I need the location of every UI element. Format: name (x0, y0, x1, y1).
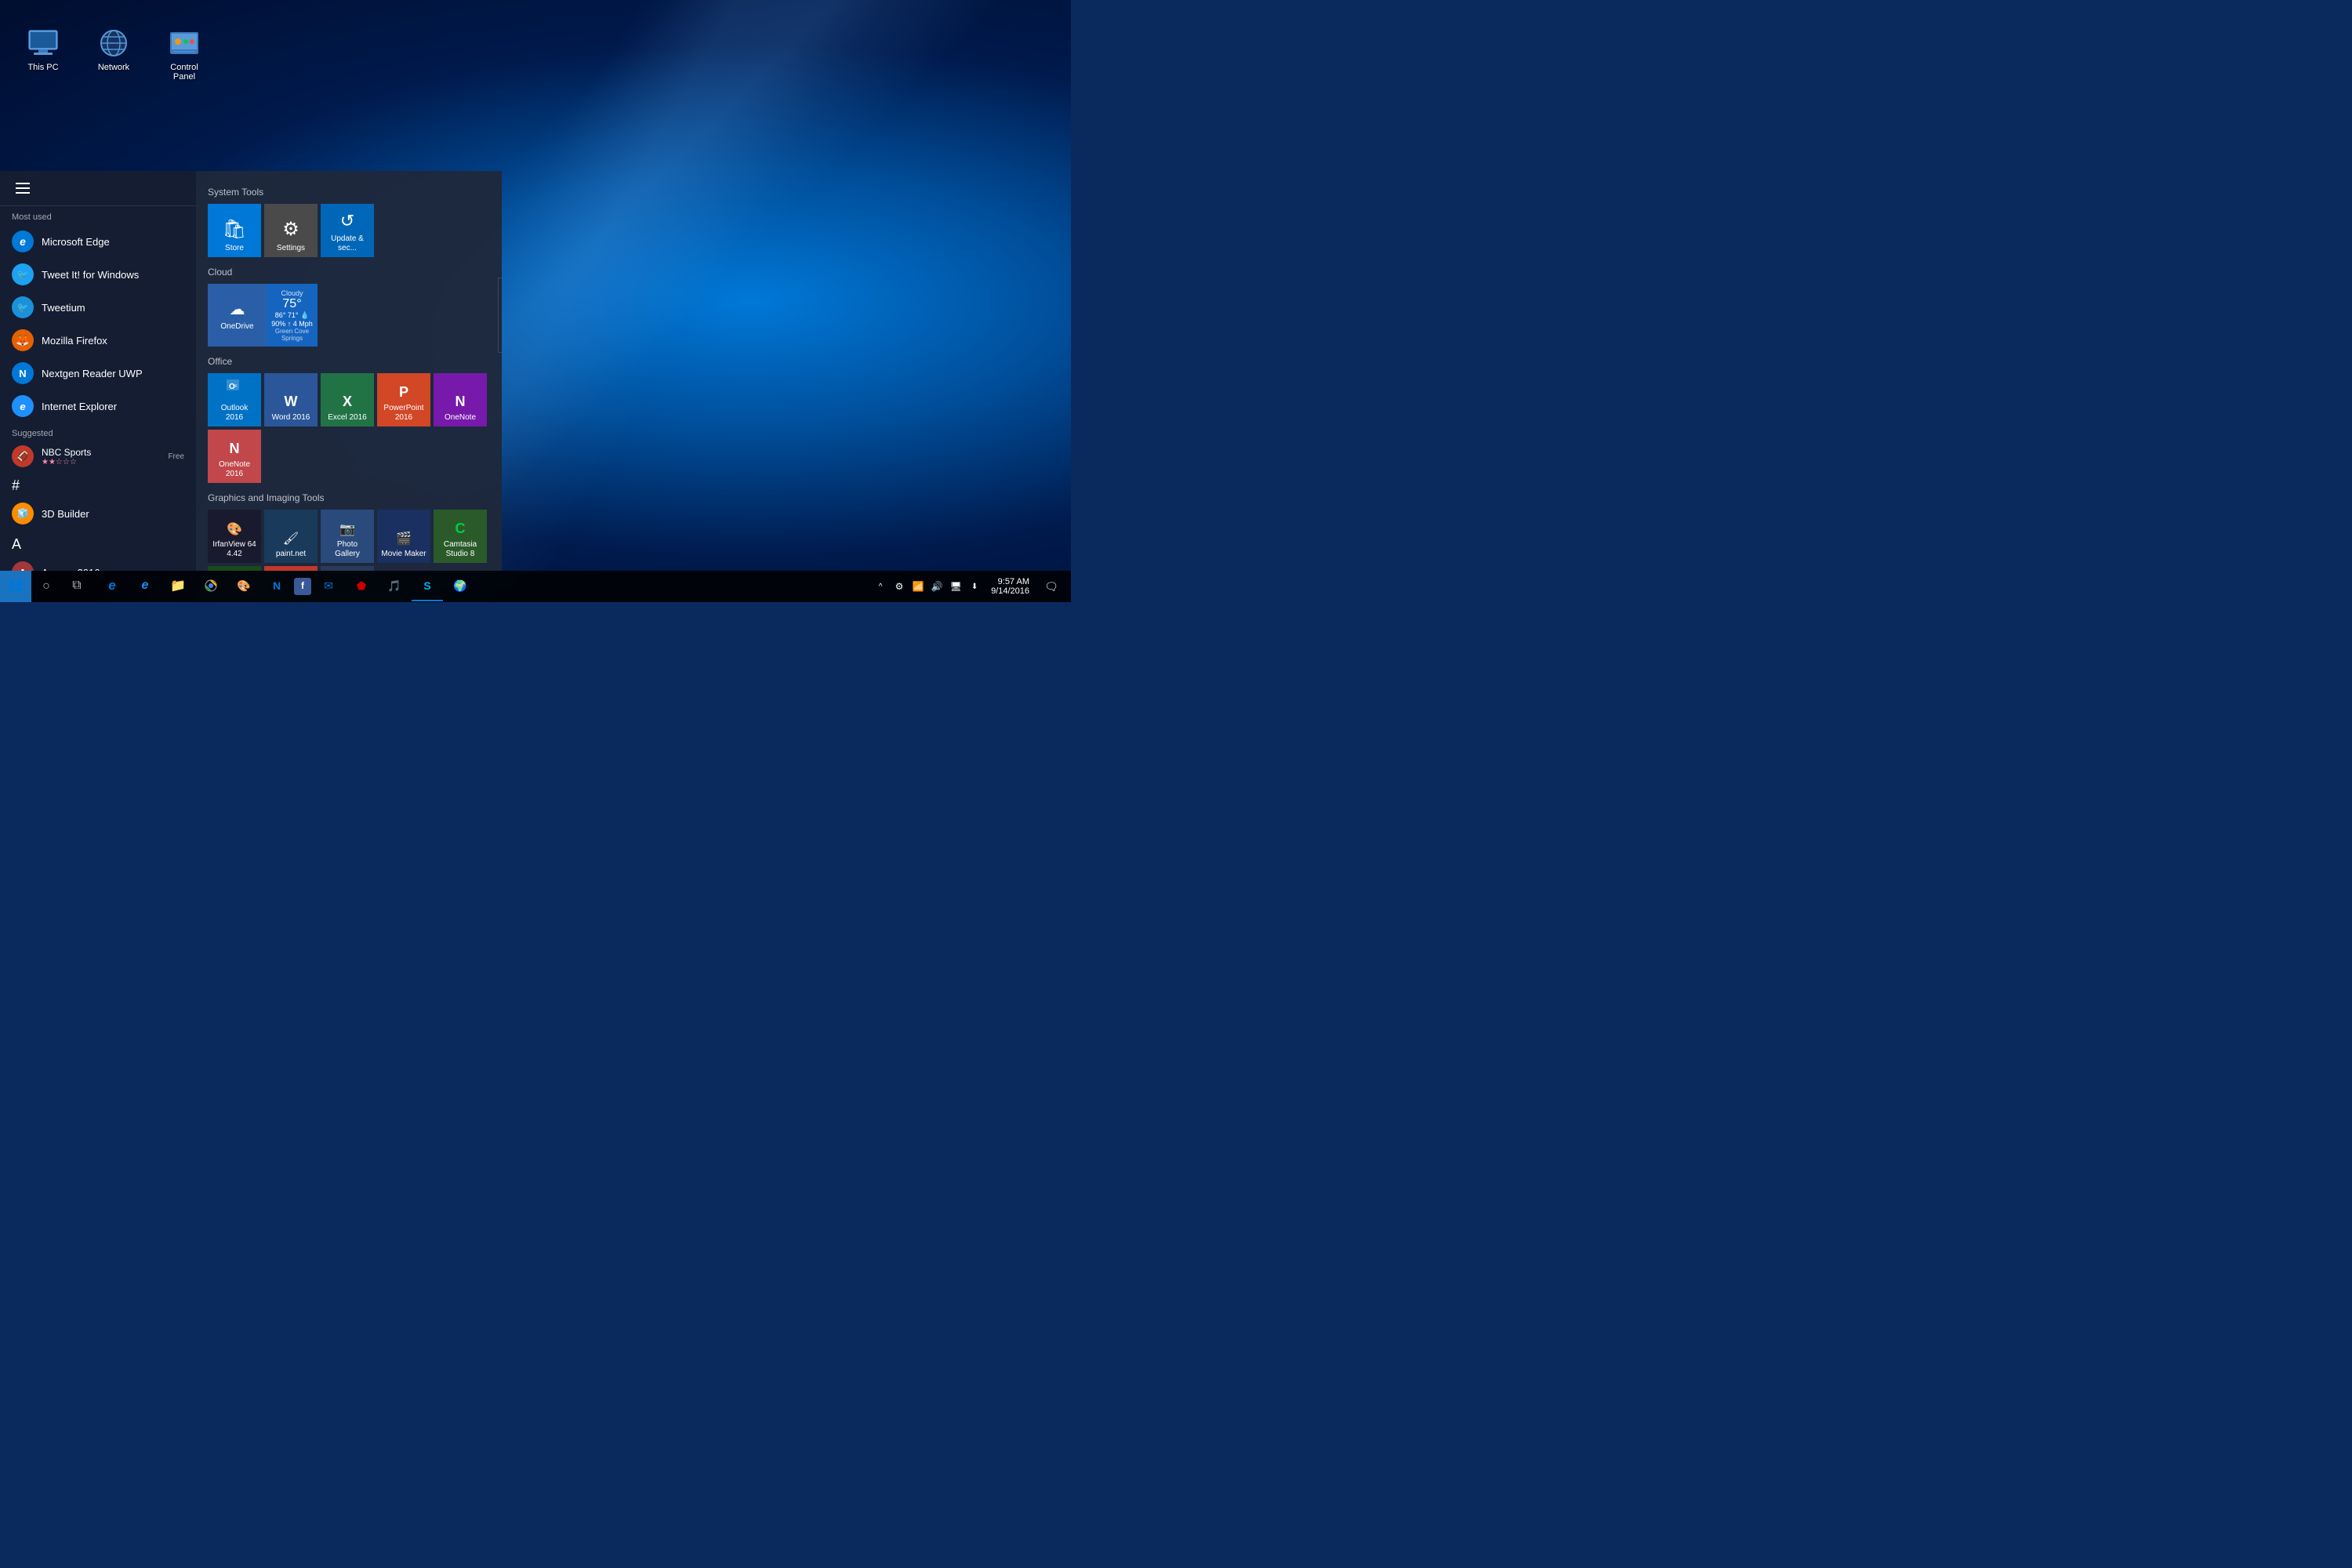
taskbar-paint[interactable]: 🎨 (228, 572, 260, 601)
ie-icon: e (12, 395, 34, 417)
desktop-icon-network[interactable]: Network (86, 24, 141, 85)
taskbar-mail[interactable]: ✉ (313, 572, 344, 601)
tray-display[interactable]: 🖥 (949, 580, 962, 593)
taskbar-browser2[interactable]: 🌍 (445, 572, 476, 601)
taskbar-facebook[interactable]: f (294, 578, 311, 595)
store-tile-icon: 🛍 (223, 218, 246, 241)
access-icon: A (12, 561, 34, 571)
tile-excel[interactable]: X Excel 2016 (321, 373, 374, 426)
desktop-icons-container: This PC Network (8, 16, 220, 93)
control-panel-icon (169, 27, 200, 59)
desktop-icon-control-panel[interactable]: Control Panel (157, 24, 212, 85)
section-title-graphics: Graphics and Imaging Tools (208, 492, 490, 503)
tile-irfanview[interactable]: 🎨 IrfanView 64 4.42 (208, 510, 261, 563)
taskbar-chrome[interactable] (195, 572, 227, 601)
tile-snagite13[interactable]: S Snagit 13 Editor (321, 566, 374, 571)
firefox-icon: 🦊 (12, 329, 34, 351)
tile-paintnet[interactable]: 🖌 paint.net (264, 510, 318, 563)
desktop: This PC Network (0, 0, 1071, 602)
tile-settings[interactable]: ⚙ Settings (264, 204, 318, 257)
start-menu-top-bar (0, 171, 196, 206)
tile-camtasiar8[interactable]: C Camtasia Recorder 8 (208, 566, 261, 571)
start-button[interactable] (0, 571, 31, 602)
tray-volume[interactable]: 🔊 (931, 580, 943, 593)
tweetit-icon: 🐦 (12, 263, 34, 285)
tile-outlook[interactable]: O ≡ Outlook 2016 (208, 373, 261, 426)
alpha-header-a: A (0, 530, 196, 556)
notification-button[interactable]: 🗨 (1040, 572, 1063, 601)
tile-camtasia8[interactable]: C Camtasia Studio 8 (434, 510, 487, 563)
start-app-ie[interactable]: e Internet Explorer (0, 390, 196, 423)
tray-settings[interactable]: ⚙ (893, 580, 906, 593)
this-pc-label: This PC (27, 63, 58, 72)
desktop-icon-this-pc[interactable]: This PC (16, 24, 71, 85)
start-menu-left-panel: Most used e Microsoft Edge 🐦 Tweet It! f… (0, 171, 196, 571)
tile-photogallery[interactable]: 📷 Photo Gallery (321, 510, 374, 563)
start-app-tweetium[interactable]: 🐦 Tweetium (0, 291, 196, 324)
start-app-firefox[interactable]: 🦊 Mozilla Firefox (0, 324, 196, 357)
taskbar: ○ ⧉ e e 📁 🎨 N f ✉ ⬟ (0, 571, 1071, 602)
taskbar-apps: e e 📁 🎨 N f ✉ ⬟ 🎵 S 🌍 (93, 572, 866, 601)
tray-download[interactable]: ⬇ (968, 580, 981, 593)
start-menu-tiles-panel: System Tools 🛍 Store ⚙ Settings ↺ Update… (196, 171, 502, 571)
system-clock[interactable]: 9:57 AM 9/14/2016 (987, 577, 1033, 596)
taskbar-lastpass[interactable]: ⬟ (346, 572, 377, 601)
start-app-edge[interactable]: e Microsoft Edge (0, 225, 196, 258)
taskbar-media-player[interactable]: 🎵 (379, 572, 410, 601)
search-button[interactable]: ○ (31, 572, 61, 601)
this-pc-icon (27, 27, 59, 59)
nbcsports-icon: 🏈 (12, 445, 34, 467)
weather-tile-right: Cloudy 75° 86° 71° 💧 90% ↑ 4 Mph Green C… (267, 284, 318, 347)
task-view-button[interactable]: ⧉ (61, 572, 93, 601)
tile-word[interactable]: W Word 2016 (264, 373, 318, 426)
svg-text:≡: ≡ (234, 384, 238, 389)
tile-powerpoint[interactable]: P PowerPoint 2016 (377, 373, 430, 426)
tweetium-icon: 🐦 (12, 296, 34, 318)
taskbar-nextgen[interactable]: N (261, 572, 292, 601)
taskbar-skype[interactable]: S (412, 572, 443, 601)
tile-onenote[interactable]: N OneNote (434, 373, 487, 426)
tray-chevron[interactable]: ^ (874, 580, 887, 593)
system-tools-tiles: 🛍 Store ⚙ Settings ↺ Update & sec... (208, 204, 490, 257)
nextgen-icon: N (12, 362, 34, 384)
taskbar-edge[interactable]: e (96, 572, 128, 601)
start-app-access2016[interactable]: A Access 2016 (0, 556, 196, 571)
system-tray: ^ ⚙ 📶 🔊 🖥 ⬇ 9:57 AM 9/14/2016 🗨 (866, 572, 1071, 601)
tray-wifi[interactable]: 📶 (912, 580, 924, 593)
tile-snagit13[interactable]: S Snagit 13 (264, 566, 318, 571)
section-title-cloud: Cloud (208, 267, 490, 278)
start-menu: Most used e Microsoft Edge 🐦 Tweet It! f… (0, 171, 502, 571)
suggested-label: Suggested (0, 423, 196, 441)
network-label: Network (98, 63, 129, 72)
3dbuilder-icon: 🧊 (12, 503, 34, 524)
office-tiles: O ≡ Outlook 2016 W Word 2016 X Excel 201… (208, 373, 490, 483)
tile-onenote2016[interactable]: N OneNote 2016 (208, 430, 261, 483)
section-title-office: Office (208, 356, 490, 367)
section-title-system-tools: System Tools (208, 187, 490, 198)
most-used-label: Most used (0, 206, 196, 225)
hamburger-button[interactable] (12, 179, 34, 198)
update-tile-icon: ↺ (340, 211, 354, 231)
control-panel-label: Control Panel (161, 63, 208, 82)
start-app-nextgen[interactable]: N Nextgen Reader UWP (0, 357, 196, 390)
start-app-tweetit[interactable]: 🐦 Tweet It! for Windows (0, 258, 196, 291)
windows-logo-icon (9, 580, 22, 593)
tile-store[interactable]: 🛍 Store (208, 204, 261, 257)
weather-tile-left: ☁ OneDrive (208, 284, 267, 347)
start-app-nbcsports[interactable]: 🏈 NBC Sports ★★☆☆☆ Free (0, 441, 196, 471)
alpha-header-hash: # (0, 471, 196, 497)
cloud-tiles: ☁ OneDrive Cloudy 75° 86° 71° 💧 90% ↑ 4 … (208, 284, 490, 347)
tile-moviemaker[interactable]: 🎬 Movie Maker (377, 510, 430, 563)
tile-update[interactable]: ↺ Update & sec... (321, 204, 374, 257)
settings-tile-icon: ⚙ (282, 218, 299, 241)
graphics-tiles: 🎨 IrfanView 64 4.42 🖌 paint.net 📷 Photo … (208, 510, 490, 571)
edge-icon: e (12, 230, 34, 252)
weather-tooltip: ☁ Cloudy 🔗 Link 86° 71° 💧 90% ↑ 4 Mph Gr… (498, 278, 502, 353)
network-icon (98, 27, 129, 59)
tile-onedrive[interactable]: ☁ OneDrive Cloudy 75° 86° 71° 💧 90% ↑ 4 … (208, 284, 318, 347)
start-app-3dbuilder[interactable]: 🧊 3D Builder (0, 497, 196, 530)
taskbar-file-explorer[interactable]: 📁 (162, 572, 194, 601)
taskbar-ie[interactable]: e (129, 572, 161, 601)
